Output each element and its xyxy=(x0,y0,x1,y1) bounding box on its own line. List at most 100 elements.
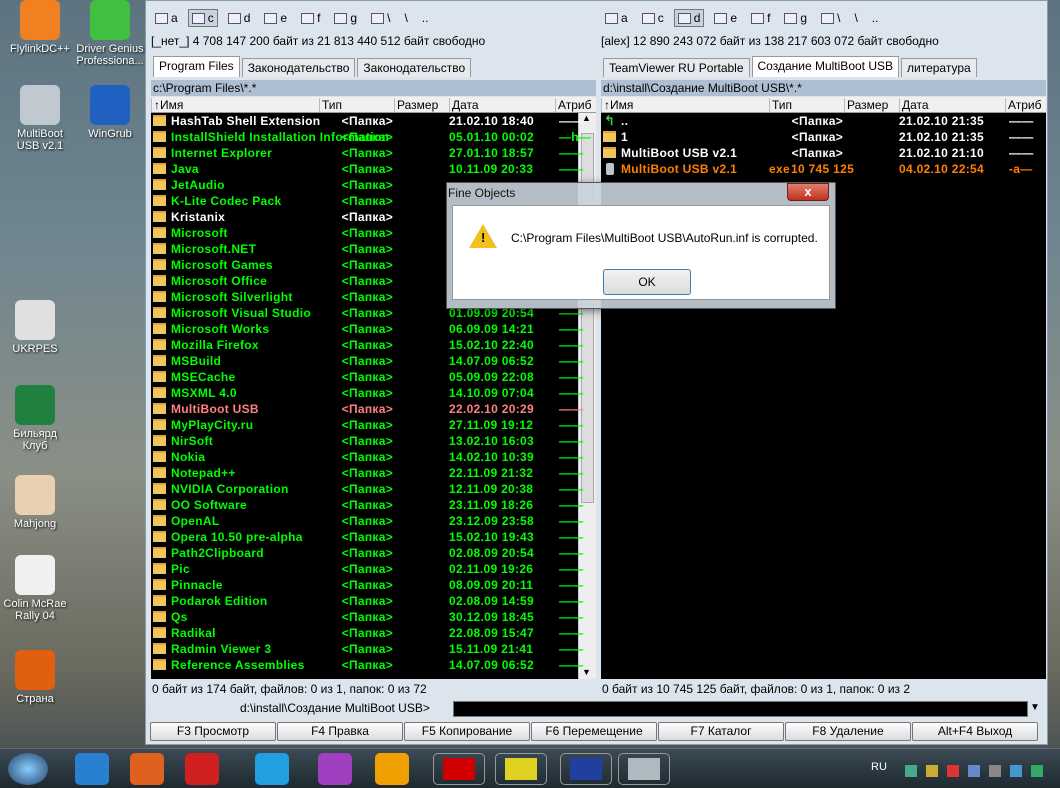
desktop-icon[interactable]: Бильярд Клуб xyxy=(0,385,70,452)
desktop-icon[interactable]: Страна xyxy=(0,650,70,705)
fkey-button[interactable]: F5 Копирование xyxy=(404,722,530,741)
drive-button[interactable]: .. xyxy=(868,9,883,27)
drive-button[interactable]: g xyxy=(780,9,811,27)
drive-button[interactable]: d xyxy=(224,9,255,27)
taskbar-floppy-icon[interactable] xyxy=(560,753,612,785)
file-row[interactable]: Qs <Папка> 30.12.09 18:45 —— xyxy=(151,609,596,625)
drive-button[interactable]: a xyxy=(601,9,632,27)
column-header[interactable]: Дата xyxy=(899,98,929,112)
tray-icon[interactable] xyxy=(1031,765,1043,777)
file-row[interactable]: ↰.. <Папка> 21.02.10 21:35 —— xyxy=(601,113,1046,129)
drive-button[interactable]: e xyxy=(710,9,741,27)
file-row[interactable]: 1 <Папка> 21.02.10 21:35 —— xyxy=(601,129,1046,145)
column-header[interactable]: Атриб xyxy=(1005,98,1042,112)
taskbar-the-bat-icon[interactable] xyxy=(495,753,547,785)
drive-button[interactable]: f xyxy=(747,9,774,27)
drive-button[interactable]: \ xyxy=(850,9,861,27)
taskbar-internet-explorer-icon[interactable] xyxy=(75,753,109,785)
tab[interactable]: Законодательство xyxy=(357,58,472,77)
chevron-down-icon[interactable]: ▼ xyxy=(1030,702,1040,713)
drive-button[interactable]: \ xyxy=(817,9,844,27)
file-row[interactable]: Path2Clipboard <Папка> 02.08.09 20:54 —— xyxy=(151,545,596,561)
file-row[interactable]: Radikal <Папка> 22.08.09 15:47 —— xyxy=(151,625,596,641)
tray-icon[interactable] xyxy=(905,765,917,777)
file-row[interactable]: InstallShield Installation Information <П… xyxy=(151,129,596,145)
fkey-button[interactable]: F4 Правка xyxy=(277,722,403,741)
language-indicator[interactable]: RU xyxy=(871,761,887,773)
tab[interactable]: Program Files xyxy=(153,56,240,77)
file-row[interactable]: Microsoft Works <Папка> 06.09.09 14:21 —— xyxy=(151,321,596,337)
file-row[interactable]: MSXML 4.0 <Папка> 14.10.09 07:04 —— xyxy=(151,385,596,401)
taskbar-app-orange-icon[interactable] xyxy=(375,753,409,785)
column-header[interactable]: Размер xyxy=(394,98,438,112)
drive-button[interactable]: e xyxy=(260,9,291,27)
tab[interactable]: Создание MultiBoot USB xyxy=(751,56,900,77)
tray-icon[interactable] xyxy=(947,765,959,777)
column-header[interactable]: Размер xyxy=(844,98,888,112)
taskbar-firefox-icon[interactable] xyxy=(130,753,164,785)
start-button[interactable] xyxy=(8,753,48,785)
fkey-button[interactable]: F7 Каталог xyxy=(658,722,784,741)
dialog-close-button[interactable]: x xyxy=(787,183,829,201)
fkey-button[interactable]: Alt+F4 Выход xyxy=(912,722,1038,741)
tab[interactable]: литература xyxy=(901,58,977,77)
desktop-icon[interactable]: UKRPES xyxy=(0,300,70,355)
taskbar-app-colorful-icon[interactable] xyxy=(318,753,352,785)
column-header[interactable]: ↑Имя xyxy=(151,98,183,112)
desktop-icon[interactable]: MultiBoot USB v2.1 xyxy=(5,85,75,152)
desktop-icon[interactable]: FlylinkDC++ xyxy=(5,0,75,55)
drive-button[interactable]: \ xyxy=(400,9,411,27)
drive-button[interactable]: .. xyxy=(418,9,433,27)
file-row[interactable]: OO Software <Папка> 23.11.09 18:26 —— xyxy=(151,497,596,513)
fkey-button[interactable]: F6 Перемещение xyxy=(531,722,657,741)
drive-button[interactable]: d xyxy=(673,9,705,27)
file-row[interactable]: Reference Assemblies <Папка> 14.07.09 06:5… xyxy=(151,657,596,673)
column-header[interactable]: Атриб xyxy=(555,98,592,112)
file-row[interactable]: MSBuild <Папка> 14.07.09 06:52 —— xyxy=(151,353,596,369)
ok-button[interactable]: OK xyxy=(603,269,691,295)
tab[interactable]: TeamViewer RU Portable xyxy=(603,58,750,77)
drive-button[interactable]: g xyxy=(330,9,361,27)
column-header[interactable]: Дата xyxy=(449,98,479,112)
tab[interactable]: Законодательство xyxy=(241,58,356,77)
file-row[interactable]: MultiBoot USB v2.1 exe 10 745 125 04.02.10 … xyxy=(601,161,1046,177)
fkey-button[interactable]: F8 Удаление xyxy=(785,722,911,741)
taskbar-skype-icon[interactable] xyxy=(255,753,289,785)
file-row[interactable]: MultiBoot USB <Папка> 22.02.10 20:29 —— xyxy=(151,401,596,417)
file-row[interactable]: NVIDIA Corporation <Папка> 12.11.09 20:38 —… xyxy=(151,481,596,497)
file-row[interactable]: Internet Explorer <Папка> 27.01.10 18:57 —— xyxy=(151,145,596,161)
file-row[interactable]: MultiBoot USB v2.1 <Папка> 21.02.10 21:10 —… xyxy=(601,145,1046,161)
tray-icon[interactable] xyxy=(926,765,938,777)
file-row[interactable]: Java <Папка> 10.11.09 20:33 —— xyxy=(151,161,596,177)
fkey-button[interactable]: F3 Просмотр xyxy=(150,722,276,741)
file-row[interactable]: Pic <Папка> 02.11.09 19:26 —— xyxy=(151,561,596,577)
desktop-icon[interactable]: WinGrub xyxy=(75,85,145,140)
file-row[interactable]: HashTab Shell Extension <Папка> 21.02.10 1… xyxy=(151,113,596,129)
taskbar-opera-icon[interactable] xyxy=(433,753,485,785)
file-row[interactable]: MyPlayCity.ru <Папка> 27.11.09 19:12 —— xyxy=(151,417,596,433)
file-row[interactable]: Podarok Edition <Папка> 02.08.09 14:59 —— xyxy=(151,593,596,609)
command-input[interactable] xyxy=(453,701,1028,717)
column-header[interactable]: ↑Имя xyxy=(601,98,633,112)
file-row[interactable]: Nokia <Папка> 14.02.10 10:39 —— xyxy=(151,449,596,465)
drive-button[interactable]: c xyxy=(187,9,218,27)
drive-button[interactable]: a xyxy=(151,9,182,27)
file-row[interactable]: Mozilla Firefox <Папка> 15.02.10 22:40 —— xyxy=(151,337,596,353)
desktop-icon[interactable]: Driver Genius Professiona... xyxy=(75,0,145,67)
drive-button[interactable]: f xyxy=(297,9,324,27)
file-row[interactable]: Notepad++ <Папка> 22.11.09 21:32 —— xyxy=(151,465,596,481)
file-row[interactable]: MSECache <Папка> 05.09.09 22:08 —— xyxy=(151,369,596,385)
desktop-icon[interactable]: Mahjong xyxy=(0,475,70,530)
tray-icon[interactable] xyxy=(1010,765,1022,777)
file-row[interactable]: NirSoft <Папка> 13.02.10 16:03 —— xyxy=(151,433,596,449)
file-row[interactable]: Pinnacle <Папка> 08.09.09 20:11 —— xyxy=(151,577,596,593)
file-row[interactable]: OpenAL <Папка> 23.12.09 23:58 —— xyxy=(151,513,596,529)
column-header[interactable]: Тип xyxy=(319,98,342,112)
tray-icon[interactable] xyxy=(989,765,1001,777)
desktop-icon[interactable]: Colin McRae Rally 04 xyxy=(0,555,70,622)
taskbar-flashget-icon[interactable] xyxy=(185,753,219,785)
drive-button[interactable]: \ xyxy=(367,9,394,27)
taskbar-usb-icon[interactable] xyxy=(618,753,670,785)
file-row[interactable]: Opera 10.50 pre-alpha <Папка> 15.02.10 19:… xyxy=(151,529,596,545)
column-header[interactable]: Тип xyxy=(769,98,792,112)
